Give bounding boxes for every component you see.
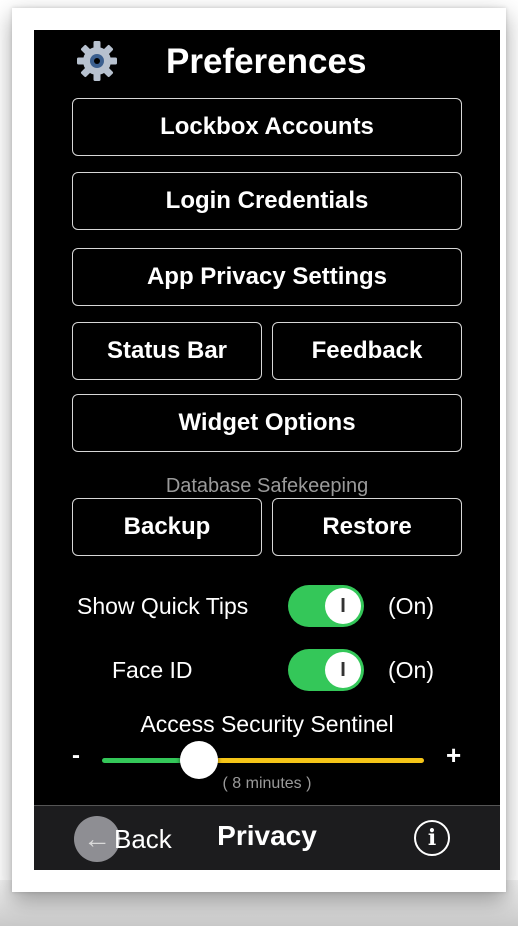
- toggle-knob: I: [325, 588, 361, 624]
- app-screen: Preferences Lockbox Accounts Login Crede…: [34, 30, 500, 870]
- slider-thumb[interactable]: [179, 741, 218, 779]
- gear-icon: [77, 41, 117, 81]
- face-id-label: Face ID: [112, 657, 193, 683]
- slider-track-remaining[interactable]: [198, 758, 424, 763]
- quick-tips-toggle[interactable]: I: [288, 585, 364, 627]
- widget-options-button[interactable]: Widget Options: [72, 394, 462, 452]
- sentinel-title: Access Security Sentinel: [140, 711, 394, 737]
- database-section-label: Database Safekeeping: [165, 475, 369, 497]
- restore-button[interactable]: Restore: [272, 498, 462, 556]
- page-title: Preferences: [166, 42, 367, 81]
- info-icon[interactable]: i: [414, 820, 450, 856]
- feedback-button[interactable]: Feedback: [272, 322, 462, 380]
- face-id-state: (On): [388, 657, 434, 683]
- quick-tips-state: (On): [388, 593, 434, 619]
- login-credentials-button[interactable]: Login Credentials: [72, 172, 462, 230]
- face-id-toggle[interactable]: I: [288, 649, 364, 691]
- status-bar-button[interactable]: Status Bar: [72, 322, 262, 380]
- slider-value-text: ( 8 minutes ): [222, 775, 312, 792]
- app-privacy-settings-button[interactable]: App Privacy Settings: [72, 248, 462, 306]
- toggle-knob: I: [325, 652, 361, 688]
- bottom-navigation-bar: ← Back Privacy i: [34, 805, 500, 870]
- slider-min-label: -: [72, 742, 80, 769]
- quick-tips-label: Show Quick Tips: [77, 593, 249, 619]
- backup-button[interactable]: Backup: [72, 498, 262, 556]
- lockbox-accounts-button[interactable]: Lockbox Accounts: [72, 98, 462, 156]
- slider-max-label: +: [446, 740, 462, 770]
